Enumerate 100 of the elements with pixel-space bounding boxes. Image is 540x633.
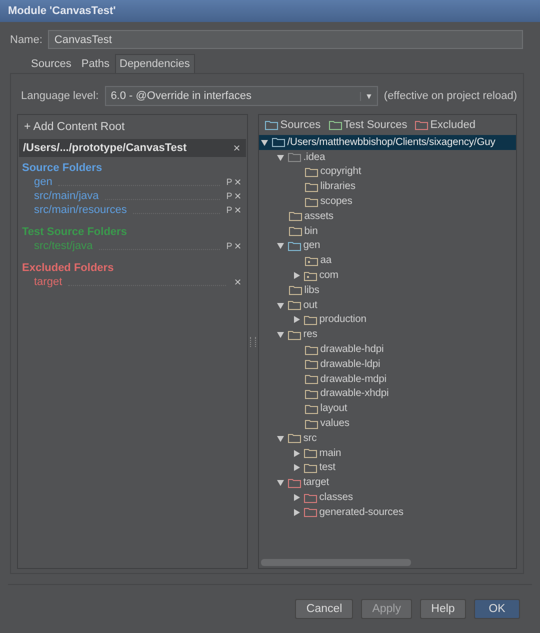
package-prefix-button[interactable]: P [226,205,232,215]
tree-item[interactable]: copyright [320,166,362,178]
folder-icon [265,120,278,130]
close-icon[interactable]: × [232,189,244,203]
tab[interactable]: Sources [26,54,76,73]
folder-icon [305,418,318,429]
folder-icon [304,462,318,473]
expanded-arrow-icon[interactable] [277,434,284,442]
tree-item[interactable]: layout [320,403,348,414]
tree-row[interactable]: /Users/matthewbbishop/Clients/sixagency/Guy [259,135,516,150]
language-level-label: Language level: [21,90,99,102]
folder-icon [288,300,302,310]
folder-icon [305,388,318,399]
tab[interactable]: Dependencies [114,54,195,73]
folder-icon [289,226,302,236]
scrollbar[interactable] [261,559,412,566]
folder-icon [328,120,342,130]
tree-item[interactable]: classes [319,492,353,504]
package-prefix-button[interactable]: P [226,177,232,187]
folder-icon [305,359,318,370]
collapsed-arrow-icon[interactable] [293,464,300,472]
tree-item[interactable]: out [303,300,318,311]
tree-item[interactable]: generated-sources [319,506,404,518]
folder-icon [304,448,318,458]
folder-icon [304,314,318,325]
collapsed-arrow-icon[interactable] [293,316,300,324]
splitter-handle[interactable] [250,336,256,346]
tree-item[interactable]: libraries [320,181,356,192]
close-icon[interactable]: × [232,175,244,189]
tree-item[interactable]: com [319,270,338,282]
content-root-row[interactable]: /Users/.../prototype/CanvasTest × [19,139,246,157]
folder-path: target [34,276,62,288]
tree-item[interactable]: src [303,432,317,444]
package-prefix-button[interactable]: P [226,241,232,251]
tree-item[interactable]: main [319,448,342,459]
expanded-arrow-icon[interactable] [277,479,284,486]
folder-icon [305,344,318,355]
tree-item[interactable]: assets [304,210,334,222]
mark-folder-button[interactable]: Sources [265,119,321,131]
dialog-button[interactable]: Cancel [295,599,354,619]
tree-item[interactable]: libs [304,284,320,296]
name-label: Name: [10,34,42,46]
tree-item[interactable]: /Users/matthewbbishop/Clients/sixagency/Guy [287,136,496,148]
name-field[interactable]: CanvasTest [48,30,523,49]
folder-icon [304,270,318,281]
language-level-dropdown[interactable]: 6.0 - @Override in interfaces ▼ [104,86,378,106]
expanded-arrow-icon[interactable] [277,154,284,161]
package-prefix-button[interactable]: P [226,191,232,201]
folder-icon [288,330,302,340]
close-icon[interactable]: × [232,239,244,253]
folder-icon [288,240,302,251]
collapsed-arrow-icon[interactable] [293,450,300,457]
collapsed-arrow-icon[interactable] [293,272,300,280]
close-icon[interactable]: × [232,275,244,289]
expanded-arrow-icon[interactable] [277,242,284,250]
folder-path: gen [34,176,52,188]
tree-item[interactable]: scopes [320,196,352,208]
expanded-arrow-icon[interactable] [261,138,268,146]
tree-item[interactable]: production [319,314,366,326]
tree-item[interactable]: .idea [303,152,326,163]
folder-path: src/test/java [34,240,93,252]
add-content-root-button[interactable]: + Add Content Root [18,117,131,137]
window-title: Module 'CanvasTest' [8,5,116,17]
tree-item[interactable]: drawable-ldpi [320,358,380,370]
collapsed-arrow-icon[interactable] [293,494,300,502]
folder-icon [305,182,318,192]
tree-item[interactable]: res [303,329,318,340]
close-icon[interactable]: × [231,141,242,155]
dialog-button[interactable]: Help [420,599,466,619]
tree-item[interactable]: values [320,418,350,430]
folder-icon [305,256,318,266]
tree-item[interactable]: test [319,462,336,474]
section-title: Excluded Folders [21,261,115,275]
folder-path: src/main/java [34,190,99,202]
tree-item[interactable]: drawable-hdpi [320,344,384,356]
tree-item[interactable]: target [303,477,329,488]
folder-icon [272,137,286,148]
dialog-button[interactable]: OK [474,599,520,619]
expanded-arrow-icon[interactable] [277,302,284,309]
tab[interactable]: Paths [76,54,114,73]
section-title: Source Folders [21,161,104,175]
mark-folder-button[interactable]: Test Sources [328,119,408,131]
tree-item[interactable]: drawable-mdpi [320,374,386,385]
tree-item[interactable]: drawable-xhdpi [320,388,389,400]
close-icon[interactable]: × [232,203,244,217]
folder-icon [305,166,318,177]
folder-icon [288,433,302,444]
folder-icon [305,374,318,384]
folder-icon [305,404,318,414]
section-title: Test Source Folders [21,225,128,239]
folder-icon [304,507,318,518]
folder-icon [305,196,318,207]
tree-item[interactable]: bin [304,226,318,237]
tree-item[interactable]: gen [303,240,320,252]
folder-icon [288,478,302,488]
collapsed-arrow-icon[interactable] [293,508,300,516]
tree-item[interactable]: aa [320,255,332,266]
mark-folder-button[interactable]: Excluded [415,119,476,131]
reload-note: (effective on project reload) [384,90,517,102]
expanded-arrow-icon[interactable] [277,331,284,338]
